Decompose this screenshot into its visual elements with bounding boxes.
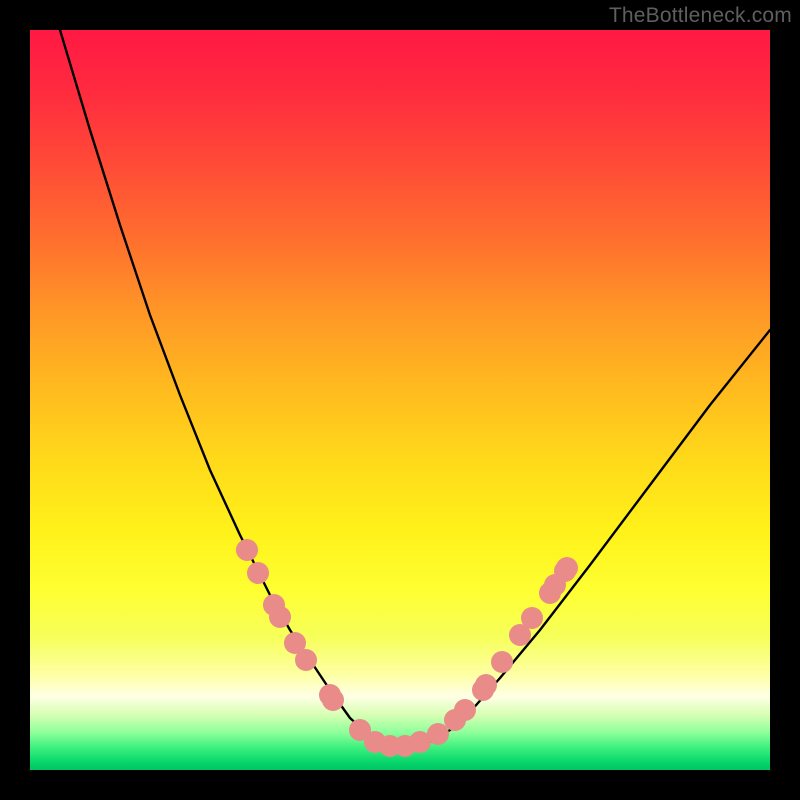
chart-frame: TheBottleneck.com bbox=[0, 0, 800, 800]
curve-line bbox=[60, 30, 770, 748]
plot-area bbox=[30, 30, 770, 770]
watermark-label: TheBottleneck.com bbox=[609, 4, 792, 28]
marker-dots bbox=[236, 539, 578, 757]
chart-svg bbox=[30, 30, 770, 770]
